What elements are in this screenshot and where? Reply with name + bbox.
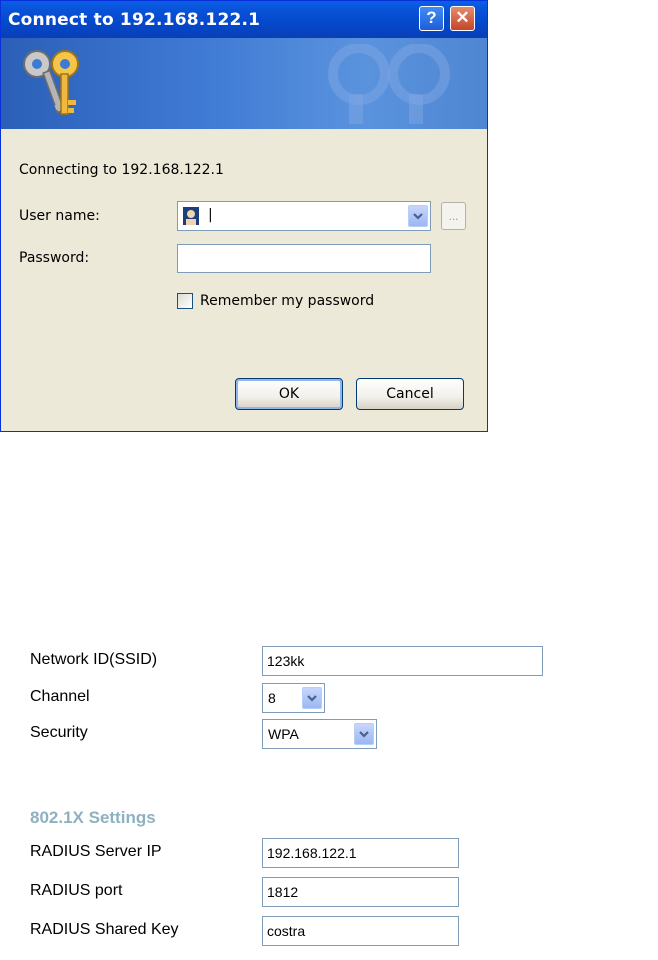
user-name-value: | <box>208 207 213 223</box>
ok-button[interactable]: OK <box>235 378 343 410</box>
cancel-button[interactable]: Cancel <box>356 378 464 410</box>
channel-value: 8 <box>268 690 276 706</box>
chevron-down-icon <box>413 213 423 220</box>
channel-label: Channel <box>30 688 90 705</box>
close-button[interactable]: ✕ <box>450 6 475 31</box>
connecting-text: Connecting to 192.168.122.1 <box>19 162 224 178</box>
ssid-label: Network ID(SSID) <box>30 651 158 668</box>
dialog-title: Connect to 192.168.122.1 <box>8 10 261 30</box>
channel-dropdown-button[interactable] <box>302 687 322 709</box>
close-icon: ✕ <box>455 8 470 27</box>
user-dropdown-button[interactable] <box>408 205 428 227</box>
browse-button[interactable]: ... <box>441 202 466 230</box>
security-label: Security <box>30 724 88 741</box>
section-heading-8021x: 802.1X Settings <box>30 808 156 827</box>
user-avatar-icon <box>183 207 199 225</box>
browse-label: ... <box>448 209 459 223</box>
user-name-label: User name: <box>19 208 100 224</box>
radius-port-input[interactable]: 1812 <box>262 877 459 907</box>
user-name-combo[interactable]: | <box>177 201 431 231</box>
banner-keys-watermark <box>328 44 450 124</box>
remember-password-label[interactable]: Remember my password <box>200 293 374 309</box>
help-icon: ? <box>426 8 437 27</box>
radius-key-label: RADIUS Shared Key <box>30 921 179 938</box>
radius-port-label: RADIUS port <box>30 882 123 899</box>
remember-password-checkbox[interactable] <box>177 293 193 309</box>
security-value: WPA <box>268 726 299 742</box>
login-dialog: Connect to 192.168.122.1 ? ✕ Connecting … <box>0 0 488 432</box>
password-input[interactable] <box>177 244 431 273</box>
password-label: Password: <box>19 250 90 266</box>
channel-select[interactable]: 8 <box>262 683 325 713</box>
dialog-banner <box>1 38 487 129</box>
security-dropdown-button[interactable] <box>354 723 374 745</box>
radius-ip-label: RADIUS Server IP <box>30 843 162 860</box>
chevron-down-icon <box>359 731 369 738</box>
title-bar[interactable]: Connect to 192.168.122.1 ? ✕ <box>1 1 487 38</box>
help-button[interactable]: ? <box>419 6 444 31</box>
security-select[interactable]: WPA <box>262 719 377 749</box>
ssid-input[interactable]: 123kk <box>262 646 543 676</box>
chevron-down-icon <box>307 695 317 702</box>
radius-ip-input[interactable]: 192.168.122.1 <box>262 838 459 868</box>
keys-icon <box>23 50 79 115</box>
radius-key-input[interactable]: costra <box>262 916 459 946</box>
